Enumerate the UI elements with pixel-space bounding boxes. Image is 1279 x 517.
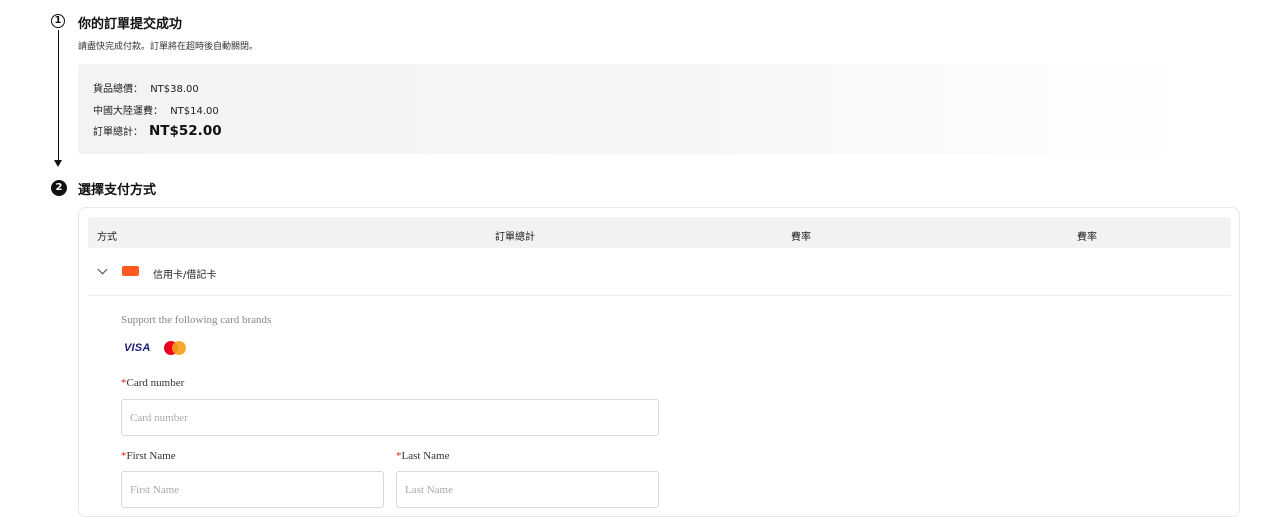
header-rate: 費率 bbox=[791, 232, 811, 243]
visa-logo: VISA bbox=[124, 342, 151, 354]
first-name-input[interactable] bbox=[121, 471, 384, 508]
card-number-input[interactable] bbox=[121, 399, 659, 436]
supported-brands-text: Support the following card brands bbox=[121, 314, 272, 326]
payment-table-header bbox=[88, 217, 1231, 248]
goods-total-row: 貨品總價： NT$38.00 bbox=[93, 80, 199, 95]
credit-card-icon bbox=[122, 266, 139, 276]
order-total-label: 訂單總計： bbox=[93, 127, 143, 138]
first-name-label: *First Name bbox=[121, 450, 176, 462]
step-2-indicator: 2 bbox=[51, 180, 67, 196]
mastercard-logo bbox=[164, 341, 186, 355]
divider bbox=[88, 295, 1231, 296]
step-2-title: 選擇支付方式 bbox=[78, 183, 157, 198]
payment-method-label[interactable]: 信用卡/借記卡 bbox=[153, 266, 216, 281]
last-name-input[interactable] bbox=[396, 471, 659, 508]
order-total-value: NT$52.00 bbox=[149, 123, 222, 139]
card-number-label: *Card number bbox=[121, 377, 185, 389]
goods-total-label: 貨品總價： bbox=[93, 84, 143, 95]
header-rate-2: 費率 bbox=[1077, 232, 1097, 243]
step-1-title: 你的訂單提交成功 bbox=[78, 17, 183, 32]
shipping-fee-row: 中國大陸運費： NT$14.00 bbox=[93, 102, 219, 117]
header-order-total: 訂單總計 bbox=[495, 232, 535, 243]
shipping-fee-value: NT$14.00 bbox=[170, 106, 219, 117]
order-summary bbox=[78, 64, 1190, 154]
last-name-label: *Last Name bbox=[396, 450, 450, 462]
step-1-subtitle: 請盡快完成付款。訂單將在超時後自動關閉。 bbox=[78, 42, 259, 52]
order-total-row: 訂單總計： NT$52.00 bbox=[93, 123, 222, 139]
step-connector-arrow-icon bbox=[54, 160, 62, 167]
shipping-fee-label: 中國大陸運費： bbox=[93, 106, 163, 117]
step-connector-line bbox=[58, 30, 59, 161]
header-method: 方式 bbox=[97, 232, 117, 243]
step-1-indicator: 1 bbox=[51, 14, 65, 28]
goods-total-value: NT$38.00 bbox=[150, 84, 199, 95]
